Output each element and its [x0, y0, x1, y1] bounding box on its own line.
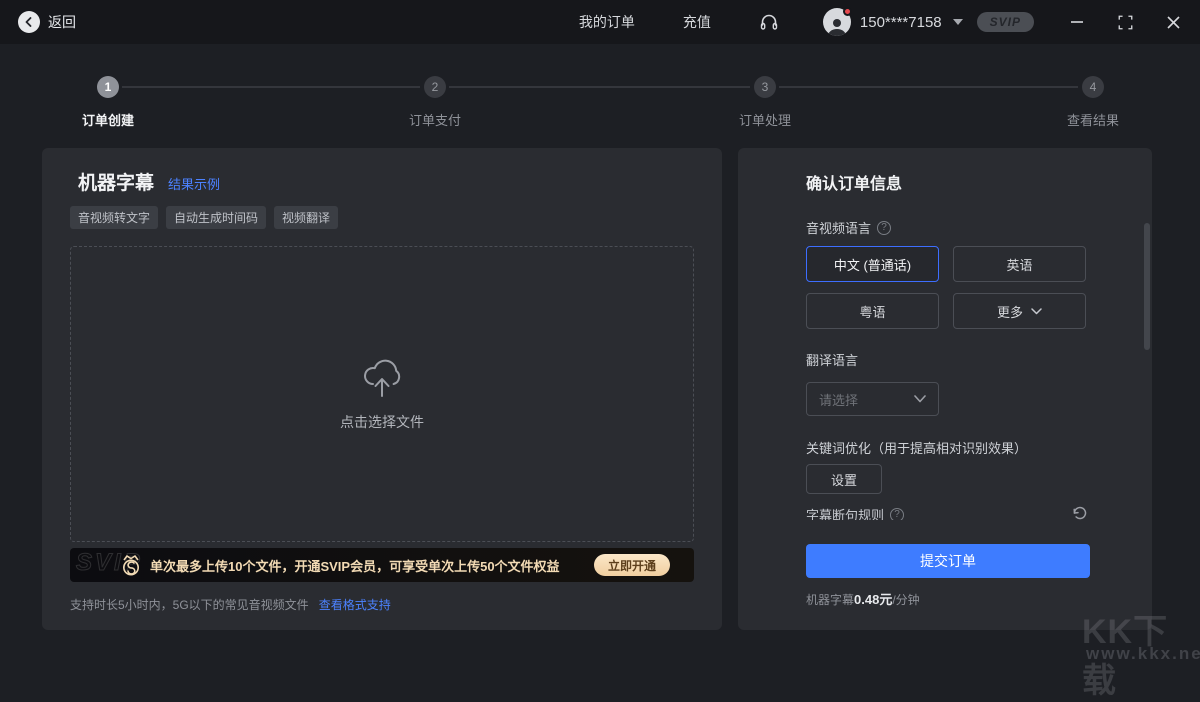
svip-banner: SVIP 单次最多上传10个文件，开通SVIP会员，可享受单次上传50个文件权益…	[70, 548, 694, 582]
scrollbar-thumb[interactable]	[1144, 223, 1150, 350]
language-option-more[interactable]: 更多	[953, 293, 1086, 329]
price-row: 机器字幕 0.48元 /分钟	[806, 589, 920, 608]
feature-tag: 自动生成时间码	[166, 206, 267, 229]
account-phone: 150****7158	[859, 13, 942, 31]
feature-tag: 音视频转文字	[70, 206, 159, 229]
language-option-en[interactable]: 英语	[953, 246, 1086, 282]
step-4-circle: 4	[1082, 76, 1104, 98]
language-label: 音视频语言	[806, 221, 872, 236]
service-title: 机器字幕	[78, 173, 155, 194]
topnav: 我的订单 充值 150****7158 SVIP	[579, 7, 1068, 36]
step-3-circle: 3	[754, 76, 776, 98]
maximize-button[interactable]	[1116, 13, 1134, 31]
step-4-label: 查看结果	[1066, 113, 1119, 128]
language-option-yue-label: 粤语	[859, 304, 886, 320]
help-icon[interactable]	[877, 220, 892, 235]
step-connector	[779, 86, 1078, 88]
step-1-circle: 1	[97, 76, 119, 98]
order-panel: 确认订单信息 音视频语言 中文 (普通话) 英语 粤语 更多 翻译语言 请选择 …	[738, 148, 1152, 630]
order-panel-title: 确认订单信息	[806, 176, 903, 193]
step-connector	[122, 86, 420, 88]
reset-icon[interactable]	[1072, 505, 1088, 520]
clipped-row-label: 字幕断句规则	[806, 508, 885, 520]
minimize-button[interactable]	[1068, 13, 1086, 31]
language-option-zh[interactable]: 中文 (普通话)	[806, 246, 939, 282]
file-dropzone[interactable]: 点击选择文件	[70, 246, 694, 542]
submit-order-button[interactable]: 提交订单	[806, 544, 1090, 578]
help-icon	[890, 507, 905, 520]
open-svip-button[interactable]: 立即开通	[593, 554, 670, 576]
cloud-upload-icon	[359, 356, 405, 398]
language-option-yue[interactable]: 粤语	[806, 293, 939, 329]
translate-language-label: 翻译语言	[806, 353, 859, 368]
site-watermark-url: www.kkx.net	[1086, 644, 1200, 663]
menu-recharge[interactable]: 充值	[683, 12, 711, 32]
select-placeholder: 请选择	[819, 392, 859, 408]
price-value: 0.48元	[854, 592, 893, 607]
chevron-down-icon	[1031, 307, 1042, 314]
upload-hint: 点击选择文件	[340, 414, 424, 430]
svip-badge: SVIP	[976, 12, 1034, 32]
topbar: 返回 我的订单 充值 150****7158 SVIP	[0, 0, 1200, 44]
window-controls	[1068, 13, 1182, 31]
menu-my-orders[interactable]: 我的订单	[579, 12, 635, 32]
feature-tags: 音视频转文字 自动生成时间码 视频翻译	[70, 206, 339, 229]
language-option-zh-label: 中文 (普通话)	[833, 257, 912, 273]
keyword-settings-button[interactable]: 设置	[806, 464, 882, 494]
svip-banner-text: 单次最多上传10个文件，开通SVIP会员，可享受单次上传50个文件权益	[150, 558, 560, 574]
price-prefix: 机器字幕	[806, 593, 855, 607]
feature-tag: 视频翻译	[274, 206, 339, 229]
step-1-label: 订单创建	[81, 113, 134, 128]
chevron-down-icon	[952, 19, 963, 25]
step-3-label: 订单处理	[738, 113, 791, 128]
account-menu[interactable]: 150****7158	[822, 7, 963, 36]
notification-dot	[842, 7, 852, 16]
order-options-scroll-area: 音视频语言 中文 (普通话) 英语 粤语 更多 翻译语言 请选择 关键词优化（用…	[738, 208, 1152, 520]
back-button[interactable]: 返回	[18, 11, 76, 33]
back-label: 返回	[48, 14, 76, 30]
keyword-optimization-label: 关键词优化（用于提高相对识别效果）	[806, 441, 1028, 456]
step-2-circle: 2	[424, 76, 446, 98]
translate-language-select[interactable]: 请选择	[806, 382, 939, 416]
language-option-en-label: 英语	[1006, 257, 1033, 273]
example-link[interactable]: 结果示例	[168, 174, 220, 195]
support-note: 支持时长5小时内，5G以下的常见音视频文件	[70, 598, 309, 612]
next-option-row-clipped: 字幕断句规则	[806, 505, 905, 520]
chevron-down-icon	[914, 395, 926, 403]
svip-coin-icon	[118, 553, 144, 577]
headset-icon[interactable]	[759, 12, 779, 32]
format-support-link[interactable]: 查看格式支持	[319, 596, 391, 613]
price-unit: /分钟	[892, 593, 920, 607]
step-2-label: 订单支付	[408, 113, 461, 128]
back-arrow-icon	[18, 11, 40, 33]
step-connector	[449, 86, 750, 88]
close-button[interactable]	[1164, 13, 1182, 31]
upload-panel: 机器字幕 结果示例 音视频转文字 自动生成时间码 视频翻译 点击选择文件 SVI…	[42, 148, 722, 630]
language-option-more-label: 更多	[996, 304, 1023, 320]
